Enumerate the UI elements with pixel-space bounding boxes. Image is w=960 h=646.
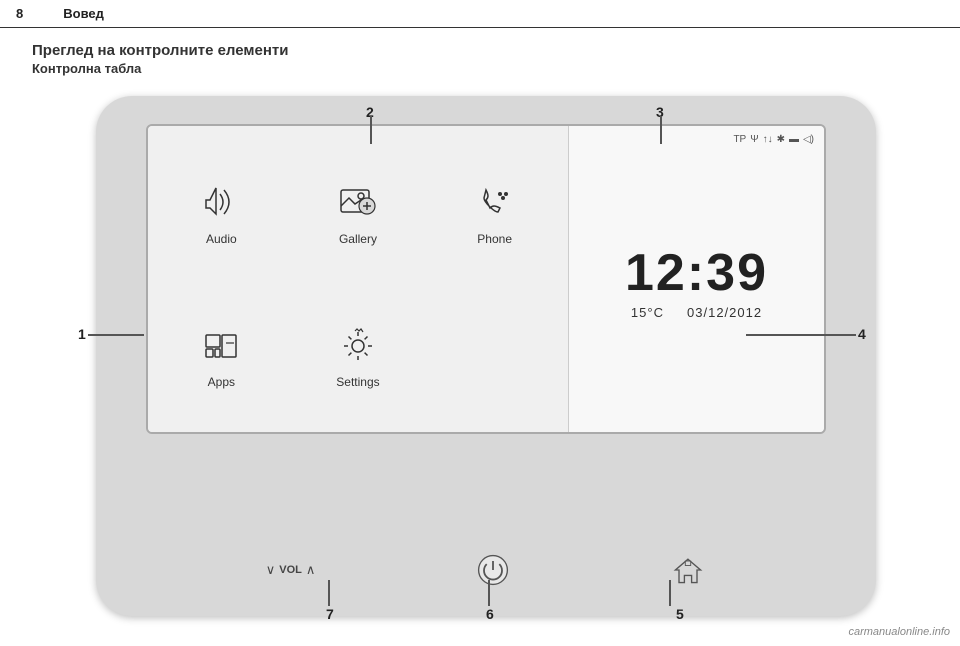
- callout-line-1: [88, 334, 144, 336]
- section-main-heading: Преглед на контролните елементи: [32, 42, 928, 59]
- menu-item-gallery[interactable]: Gallery: [335, 180, 381, 246]
- device-frame: Audio Gallery: [96, 96, 876, 616]
- menu-item-settings[interactable]: Settings: [335, 323, 381, 389]
- callout-6: 6: [486, 606, 494, 622]
- bottom-controls: ∨ VOL ∧: [146, 552, 826, 588]
- home-icon: [670, 552, 706, 588]
- status-volume: ◁): [803, 134, 814, 145]
- apps-label: Apps: [208, 375, 235, 389]
- settings-label: Settings: [336, 375, 379, 389]
- power-icon: [475, 552, 511, 588]
- clock-date: 03/12/2012: [687, 305, 762, 320]
- home-button[interactable]: [670, 552, 706, 588]
- menu-item-apps[interactable]: Apps: [198, 323, 244, 389]
- status-arrows: ↑↓: [763, 134, 773, 145]
- page-number: 8: [16, 6, 23, 21]
- clock-date-line: 15°C 03/12/2012: [631, 305, 762, 320]
- callout-4: 4: [858, 326, 866, 342]
- power-button[interactable]: [475, 552, 511, 588]
- status-psi: Ψ: [750, 134, 758, 145]
- callout-line-3: [660, 116, 662, 144]
- clock-time: 12:39: [625, 247, 768, 299]
- status-tp: TP: [733, 134, 746, 145]
- callout-1: 1: [78, 326, 86, 342]
- callout-7: 7: [326, 606, 334, 622]
- clock-area: 12:39 15°C 03/12/2012: [579, 145, 814, 422]
- page-title: Вовед: [63, 6, 104, 21]
- callout-line-7: [328, 580, 330, 606]
- page-header: 8 Вовед: [0, 0, 960, 28]
- gallery-icon: [335, 180, 381, 226]
- vol-control[interactable]: ∨ VOL ∧: [266, 562, 316, 578]
- callout-line-6: [488, 580, 490, 606]
- settings-icon: [335, 323, 381, 369]
- audio-icon: [198, 180, 244, 226]
- callout-5: 5: [676, 606, 684, 622]
- status-bt: ✱: [777, 134, 785, 145]
- callout-line-4: [746, 334, 856, 336]
- audio-label: Audio: [206, 232, 237, 246]
- section-subheading: Контролна табла: [32, 61, 928, 76]
- menu-item-audio[interactable]: Audio: [198, 180, 244, 246]
- menu-item-phone[interactable]: Phone: [472, 180, 518, 246]
- apps-icon: [198, 323, 244, 369]
- callout-line-5: [669, 580, 671, 606]
- phone-label: Phone: [477, 232, 512, 246]
- screen-menu: Audio Gallery: [148, 126, 568, 432]
- vol-label: VOL: [279, 564, 302, 576]
- screen-right-panel: TP Ψ ↑↓ ✱ ▬ ◁) 12:39 15°C 03/12/2012: [568, 126, 824, 432]
- watermark: carmanualonline.info: [848, 626, 950, 638]
- status-battery: ▬: [789, 134, 799, 145]
- phone-icon: [472, 180, 518, 226]
- callout-line-2: [370, 116, 372, 144]
- clock-temp: 15°C: [631, 305, 664, 320]
- status-bar: TP Ψ ↑↓ ✱ ▬ ◁): [579, 134, 814, 145]
- section-headings: Преглед на контролните елементи Контролн…: [0, 28, 960, 86]
- vol-down-icon[interactable]: ∨: [266, 562, 276, 578]
- gallery-label: Gallery: [339, 232, 377, 246]
- main-content: Audio Gallery: [16, 86, 944, 646]
- vol-up-icon[interactable]: ∧: [306, 562, 316, 578]
- screen: Audio Gallery: [146, 124, 826, 434]
